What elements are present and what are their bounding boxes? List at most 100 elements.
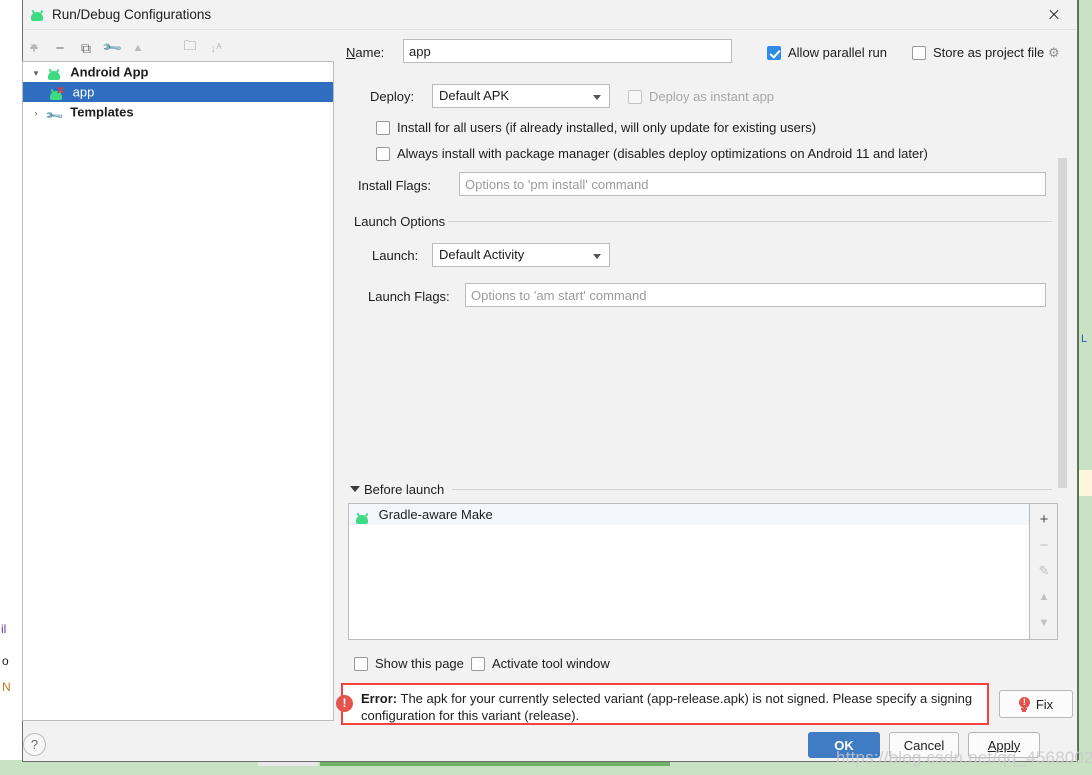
- activate-tool-window-label: Activate tool window: [492, 656, 610, 671]
- fix-button[interactable]: ! Fix: [999, 690, 1073, 718]
- background-editor-right: [1078, 0, 1092, 775]
- before-launch-down-button[interactable]: ▼: [1030, 610, 1058, 636]
- launch-flags-label: Launch Flags:: [368, 289, 450, 304]
- name-label: NName:ame:: [346, 45, 385, 60]
- chevron-down-icon: [593, 254, 601, 259]
- before-launch-divider: [452, 489, 1052, 490]
- dialog-title: Run/Debug Configurations: [52, 7, 212, 22]
- deploy-select[interactable]: Default APK: [432, 84, 610, 108]
- before-launch-collapse-toggle[interactable]: [350, 486, 360, 492]
- store-as-project-file-label: Store as project file: [933, 45, 1045, 60]
- deploy-as-instant-app-label: Deploy as instant app: [649, 89, 775, 104]
- before-launch-side-toolbar: + − ✎ ▲ ▼: [1030, 503, 1058, 640]
- android-robot-icon: [30, 9, 45, 21]
- checkbox-box: [354, 657, 368, 671]
- checkbox-box: [767, 46, 781, 60]
- sort-alpha-icon: ↓ᴬ: [210, 41, 222, 55]
- apply-button-label: Apply: [987, 737, 1021, 753]
- minus-icon: −: [55, 39, 65, 57]
- configuration-tree[interactable]: ▾ Android App ✕ app › 🔧 Templates: [22, 61, 334, 721]
- launch-options-title: Launch Options: [354, 214, 446, 229]
- launch-label: Launch:: [372, 248, 419, 263]
- name-input[interactable]: [403, 39, 732, 63]
- before-launch-list[interactable]: Gradle-aware Make: [348, 503, 1030, 640]
- form-scrollbar-thumb[interactable]: [1058, 158, 1067, 488]
- show-this-page-label: Show this page: [375, 656, 464, 671]
- edit-templates-button[interactable]: 🔧: [100, 36, 124, 60]
- chevron-down-icon[interactable]: ▾: [29, 63, 43, 83]
- tree-node-label: app: [72, 84, 95, 100]
- tree-node-label: Templates: [70, 104, 134, 120]
- wrench-icon: 🔧: [43, 105, 65, 126]
- ok-button-label: OK: [834, 737, 854, 753]
- cancel-button-label: Cancel: [903, 737, 945, 753]
- pencil-icon: ✎: [1038, 563, 1050, 578]
- list-item[interactable]: Gradle-aware Make: [349, 504, 1029, 525]
- remove-configuration-button[interactable]: −: [48, 36, 72, 60]
- dialog-titlebar: Run/Debug Configurations: [23, 0, 1077, 30]
- copy-configuration-button[interactable]: ⧉: [74, 36, 98, 60]
- arrow-up-icon: ▲: [1038, 591, 1050, 603]
- copy-icon: ⧉: [81, 39, 91, 56]
- arrow-down-icon: ▼: [1038, 617, 1050, 629]
- error-text: Error: The apk for your currently select…: [361, 690, 973, 724]
- background-link-text: L: [1081, 333, 1088, 345]
- error-bulb-icon: !: [1018, 697, 1030, 712]
- deploy-value: Default APK: [439, 88, 510, 103]
- launch-select[interactable]: Default Activity: [432, 243, 610, 267]
- configuration-toolbar: + − ⧉ 🔧 ▲ ▼ 🗀 ↓ᴬ: [22, 36, 312, 60]
- android-robot-icon: [47, 66, 64, 80]
- help-button[interactable]: ?: [23, 733, 46, 756]
- tree-node-android-app[interactable]: ▾ Android App: [23, 62, 333, 82]
- error-message: The apk for your currently selected vari…: [361, 691, 973, 723]
- checkbox-box: [376, 121, 390, 135]
- wrench-icon: 🔧: [100, 36, 123, 59]
- always-install-with-pm-label: Always install with package manager (dis…: [397, 146, 928, 161]
- tree-node-app[interactable]: ✕ app: [23, 82, 333, 102]
- install-flags-input[interactable]: [459, 172, 1046, 196]
- arrow-down-icon: ▼: [28, 42, 40, 54]
- background-editor-left: il o N: [0, 0, 22, 775]
- ok-button[interactable]: OK: [808, 732, 880, 758]
- chevron-down-icon: [593, 95, 601, 100]
- folder-add-icon: 🗀: [183, 38, 197, 53]
- android-robot-icon: [355, 509, 372, 524]
- checkbox-box: [376, 147, 390, 161]
- apply-button[interactable]: Apply: [968, 732, 1040, 758]
- tree-node-label: Android App: [70, 64, 149, 80]
- cancel-button[interactable]: Cancel: [889, 732, 959, 758]
- minus-icon: −: [1039, 536, 1049, 554]
- before-launch-item-label: Gradle-aware Make: [378, 507, 493, 522]
- error-icon: !: [336, 695, 353, 712]
- install-for-all-users-label: Install for all users (if already instal…: [397, 120, 817, 135]
- allow-parallel-run-label: Allow parallel run: [788, 45, 887, 60]
- before-launch-remove-button[interactable]: −: [1030, 532, 1058, 558]
- checkbox-box: [912, 46, 926, 60]
- fix-button-label: Fix: [1035, 696, 1054, 712]
- launch-options-divider: [448, 221, 1052, 222]
- before-launch-add-button[interactable]: +: [1030, 506, 1058, 532]
- sort-configurations-button[interactable]: ↓ᴬ: [204, 36, 228, 60]
- plus-icon: +: [1039, 510, 1049, 528]
- arrow-up-icon: ▲: [132, 42, 144, 54]
- help-icon: ?: [30, 737, 39, 752]
- error-prefix: Error:: [361, 691, 398, 706]
- background-highlight: [1079, 470, 1092, 496]
- before-launch-edit-button[interactable]: ✎: [1030, 558, 1058, 584]
- checkbox-box: [628, 90, 642, 104]
- move-into-folder-button[interactable]: 🗀: [178, 36, 202, 60]
- move-down-button[interactable]: ▼: [22, 36, 46, 60]
- install-flags-label: Install Flags:: [358, 178, 431, 193]
- launch-value: Default Activity: [439, 247, 525, 262]
- gear-icon[interactable]: ⚙: [1048, 45, 1060, 61]
- deploy-label: Deploy:: [370, 89, 415, 104]
- android-robot-error-icon: ✕: [49, 85, 66, 100]
- move-up-button[interactable]: ▲: [126, 36, 150, 60]
- launch-flags-input[interactable]: [465, 283, 1046, 307]
- before-launch-title: Before launch: [364, 482, 445, 497]
- error-banner: Error: The apk for your currently select…: [341, 683, 989, 725]
- close-icon[interactable]: [1031, 0, 1077, 30]
- tree-node-templates[interactable]: › 🔧 Templates: [23, 102, 333, 126]
- before-launch-up-button[interactable]: ▲: [1030, 584, 1058, 610]
- background-divider: [1078, 0, 1079, 775]
